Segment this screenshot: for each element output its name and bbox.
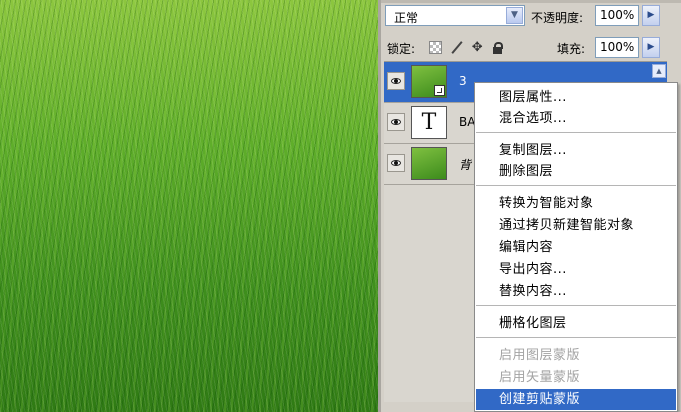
menu-item-enable-vector-mask: 启用矢量蒙版	[499, 370, 581, 385]
opacity-input[interactable]: 100%	[595, 5, 639, 26]
eye-icon[interactable]	[387, 113, 405, 131]
menu-item-edit-contents[interactable]: 编辑内容	[476, 237, 676, 258]
brush-icon[interactable]	[450, 41, 463, 54]
menu-item-layer-properties[interactable]: 图层属性...	[476, 87, 676, 108]
menu-item-create-clipping-mask[interactable]: 创建剪贴蒙版	[476, 389, 676, 410]
scroll-up-icon[interactable]: ▲	[652, 64, 666, 78]
blend-mode-select[interactable]: 正常 ▼	[385, 5, 525, 26]
document-canvas[interactable]	[0, 0, 378, 412]
menu-separator	[476, 185, 676, 187]
menu-item-convert-smart-object[interactable]: 转换为智能对象	[476, 193, 676, 214]
menu-item-duplicate-layer[interactable]: 复制图层...	[476, 140, 676, 161]
menu-item-delete-layer[interactable]: 删除图层	[476, 161, 676, 182]
layer-name: 背	[459, 158, 472, 172]
menu-item-new-smart-object-via-copy[interactable]: 通过拷贝新建智能对象	[476, 215, 676, 236]
eye-icon[interactable]	[387, 154, 405, 172]
fill-label: 填充:	[557, 42, 586, 56]
move-icon[interactable]: ✥	[471, 41, 484, 54]
lock-icon[interactable]	[491, 41, 504, 54]
menu-separator	[476, 305, 676, 307]
triangle-right-icon[interactable]: ▶	[642, 5, 660, 26]
menu-item-replace-contents[interactable]: 替换内容...	[476, 281, 676, 302]
layer-name: 3	[459, 74, 467, 88]
layer-thumbnail	[411, 147, 447, 180]
menu-item-blending-options[interactable]: 混合选项...	[476, 108, 676, 129]
menu-separator	[476, 132, 676, 134]
menu-item-export-contents[interactable]: 导出内容...	[476, 259, 676, 280]
menu-item-rasterize-layer[interactable]: 栅格化图层	[476, 313, 676, 334]
smart-object-badge-icon	[434, 85, 445, 96]
layer-name: BA	[459, 115, 476, 129]
layer-thumbnail	[411, 65, 447, 98]
eye-icon[interactable]	[387, 72, 405, 90]
checkerboard-icon[interactable]	[429, 41, 442, 54]
menu-separator	[476, 337, 676, 339]
menu-item-enable-layer-mask: 启用图层蒙版	[499, 348, 581, 363]
lock-options: ✥	[429, 40, 508, 54]
lock-label: 锁定:	[387, 42, 416, 56]
fill-input[interactable]: 100%	[595, 37, 639, 58]
chevron-down-icon[interactable]: ▼	[506, 7, 523, 24]
panel-top-edge	[381, 0, 681, 3]
text-layer-thumbnail: T	[411, 106, 447, 139]
opacity-label: 不透明度:	[531, 11, 584, 25]
triangle-right-icon[interactable]: ▶	[642, 37, 660, 58]
layer-context-menu: 图层属性... 混合选项... 复制图层... 删除图层 转换为智能对象 通过拷…	[474, 82, 678, 412]
blend-mode-value: 正常	[394, 11, 419, 25]
